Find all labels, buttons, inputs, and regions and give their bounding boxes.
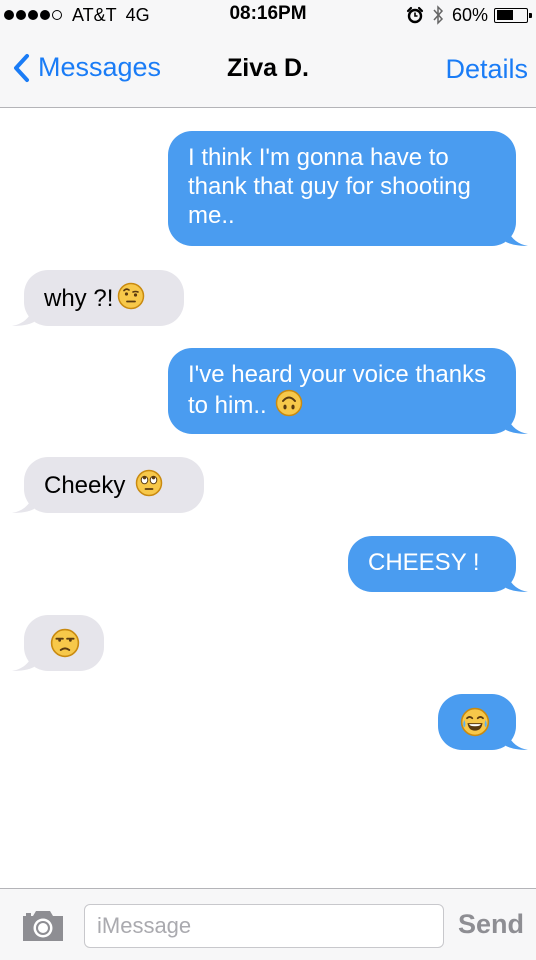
details-button[interactable]: Details xyxy=(445,54,528,85)
face-with-tears-of-joy-icon xyxy=(460,707,490,744)
message-bubble-outgoing[interactable]: I think I'm gonna have to thank that guy… xyxy=(168,131,528,246)
message-bubble-outgoing[interactable]: CHEESY ! xyxy=(348,536,528,592)
compose-bar: Send xyxy=(0,888,536,960)
bluetooth-icon xyxy=(432,5,444,25)
message-text: CHEESY ! xyxy=(368,549,480,576)
battery-percent: 60% xyxy=(451,4,488,25)
upside-down-face-icon xyxy=(275,389,303,424)
message-bubble-incoming[interactable] xyxy=(12,615,104,671)
status-right: 60% xyxy=(406,3,532,27)
battery-level xyxy=(496,10,513,20)
message-text: Cheeky xyxy=(44,471,126,499)
face-with-rolling-eyes-icon xyxy=(135,469,163,504)
message-text: why ?! xyxy=(44,284,114,312)
message-input[interactable] xyxy=(84,904,444,948)
camera-button[interactable] xyxy=(20,909,66,948)
send-button[interactable]: Send xyxy=(458,909,524,940)
message-bubble-incoming[interactable]: why ?! xyxy=(12,270,184,326)
unamused-face-icon xyxy=(50,628,80,665)
alarm-clock-icon xyxy=(406,6,424,24)
message-bubble-outgoing[interactable] xyxy=(438,694,528,750)
battery-icon xyxy=(494,7,532,23)
status-bar: AT&T 4G 08:16PM 60% xyxy=(0,0,536,30)
face-with-raised-eyebrow-icon xyxy=(117,282,145,317)
message-bubble-outgoing[interactable]: I've heard your voice thanks to him.. xyxy=(168,348,528,434)
navigation-bar: Messages Ziva D. Details xyxy=(0,30,536,108)
camera-icon xyxy=(23,911,63,941)
message-bubble-incoming[interactable]: Cheeky xyxy=(12,457,204,513)
message-text: I think I'm gonna have to thank that guy… xyxy=(188,144,471,229)
message-text: I've heard your voice thanks to him.. xyxy=(188,361,487,419)
